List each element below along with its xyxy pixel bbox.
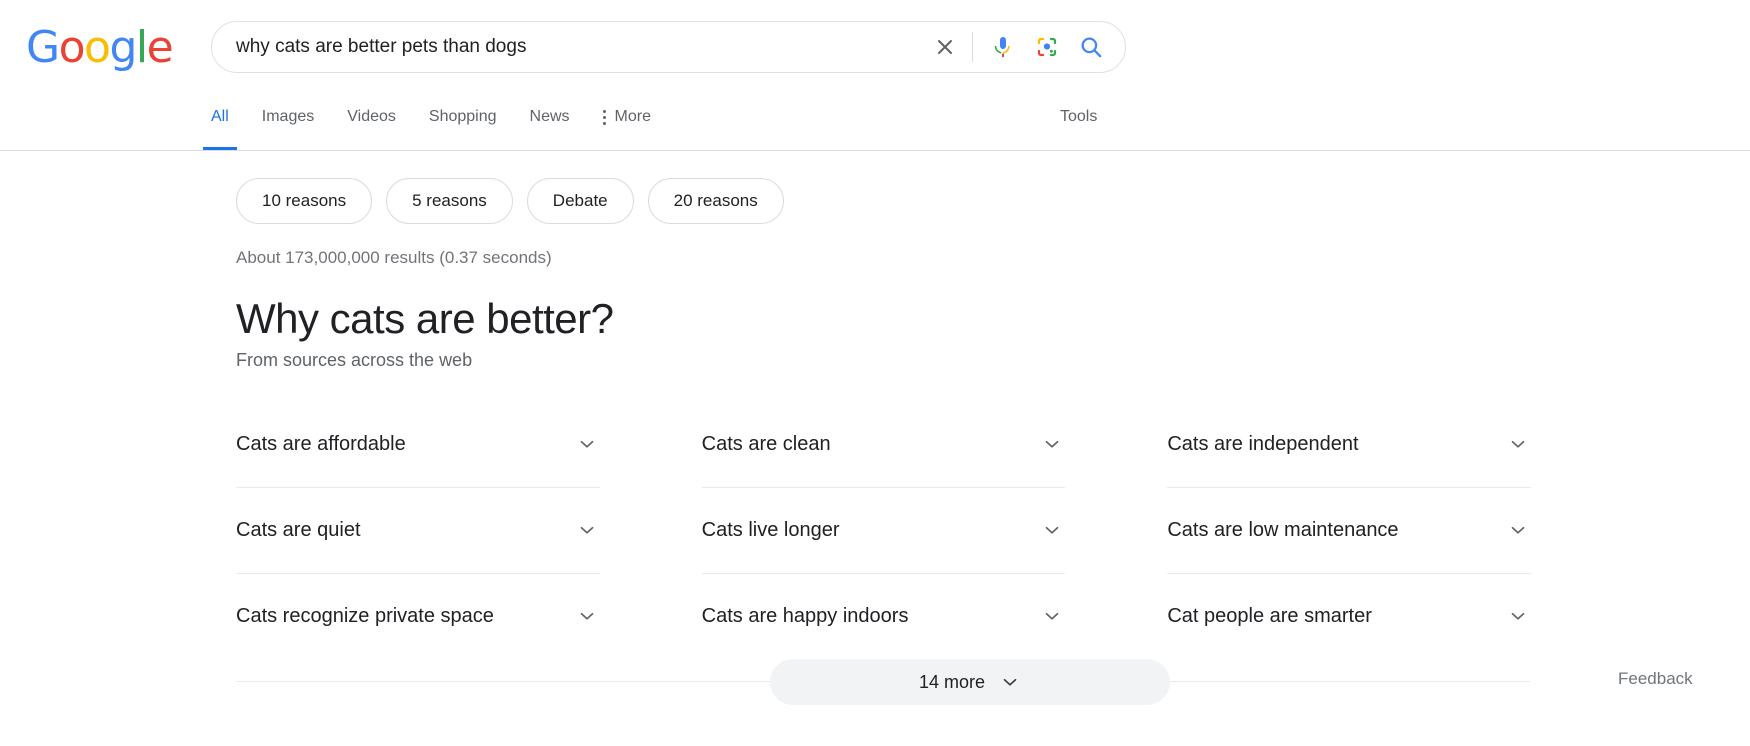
accordion-label: Cat people are smarter [1167,604,1372,627]
accordion-item-cats-are-happy-indoors[interactable]: Cats are happy indoors [701,573,1066,659]
accordion-label: Cats are independent [1167,432,1359,455]
nav-tabs: All Images Videos Shopping News More [203,100,651,150]
chevron-down-icon [1046,440,1059,448]
accordion-item-cats-live-longer[interactable]: Cats live longer [701,487,1066,573]
tab-videos[interactable]: Videos [347,100,396,150]
accordion-item-cats-are-quiet[interactable]: Cats are quiet [236,487,600,573]
close-icon [938,40,952,54]
chevron-down-icon [1511,526,1525,534]
microphone-icon [994,37,1010,57]
feedback-link[interactable]: Feedback [1618,669,1693,689]
logo-letter-o1: o [58,22,86,73]
tab-images[interactable]: Images [262,100,314,150]
voice-search-button[interactable] [981,25,1025,69]
accordion-label: Cats are affordable [236,432,406,455]
search-divider [972,32,973,62]
vertical-dots-icon [602,100,606,134]
chevron-down-icon [1046,612,1059,620]
logo-letter-g: G [26,22,60,73]
more-menu-label: More [614,108,651,125]
tab-news[interactable]: News [530,100,570,150]
accordion-item-cats-recognize-private-space[interactable]: Cats recognize private space [236,573,600,659]
tab-shopping[interactable]: Shopping [429,100,497,150]
chevron-down-icon [1511,612,1525,620]
chip-20-reasons[interactable]: 20 reasons [647,178,784,224]
clear-search-button[interactable] [924,26,966,68]
page-header: Google why cats are better pets than dog… [0,0,1750,151]
accordion-label: Cats are clean [701,432,831,455]
google-lens-button[interactable] [1025,25,1069,69]
accordion-label: Cats are happy indoors [701,604,909,627]
logo-letter-g2: g [109,22,137,73]
show-more-button[interactable]: 14 more [770,659,1170,705]
chip-debate[interactable]: Debate [526,178,634,224]
accordion-label: Cats live longer [701,518,840,541]
logo-letter-o2: o [84,22,111,73]
show-more-label: 14 more [918,671,986,692]
accordion-item-cats-are-affordable[interactable]: Cats are affordable [236,401,600,487]
chevron-down-icon [580,440,593,448]
logo-letter-l: l [135,22,148,73]
tab-all[interactable]: All [203,100,237,150]
search-box[interactable] [211,21,1126,73]
panel-footer: 14 more Feedback [0,659,1750,745]
search-nav: All Images Videos Shopping News More Too… [0,100,1750,150]
accordion-item-cats-are-independent[interactable]: Cats are independent [1167,401,1531,487]
accordion-item-cats-are-low-maintenance[interactable]: Cats are low maintenance [1167,487,1531,573]
search-input[interactable] [212,22,924,72]
tools-button[interactable]: Tools [1060,100,1097,134]
more-menu-button[interactable]: More [602,100,651,150]
panel-subtitle: From sources across the web [236,350,473,370]
accordion-label: Cats are low maintenance [1167,518,1399,541]
chevron-down-icon [580,526,593,534]
google-lens-icon [1037,37,1057,57]
search-submit-button[interactable] [1069,25,1113,69]
page-title: Why cats are better? [236,295,614,342]
logo-letter-e: e [146,22,174,73]
chevron-down-icon [1046,526,1059,534]
result-stats: About 173,000,000 results (0.37 seconds) [236,248,552,267]
search-icon [1081,37,1102,58]
search-results-content: 10 reasons 5 reasons Debate 20 reasons A… [0,178,1750,745]
chip-10-reasons[interactable]: 10 reasons [236,178,373,224]
reasons-grid: Cats are affordable Cats are clean Cats … [236,401,1531,659]
accordion-item-cat-people-are-smarter[interactable]: Cat people are smarter [1167,573,1531,659]
chevron-down-icon [1511,440,1525,448]
chevron-down-icon [1003,678,1017,686]
accordion-label: Cats are quiet [236,518,361,541]
google-logo[interactable]: Google [26,22,174,73]
accordion-item-cats-are-clean[interactable]: Cats are clean [702,401,1066,487]
chip-5-reasons[interactable]: 5 reasons [386,178,513,224]
chevron-down-icon [580,612,593,620]
accordion-label: Cats recognize private space [236,604,494,627]
filter-chips: 10 reasons 5 reasons Debate 20 reasons [236,178,1750,224]
